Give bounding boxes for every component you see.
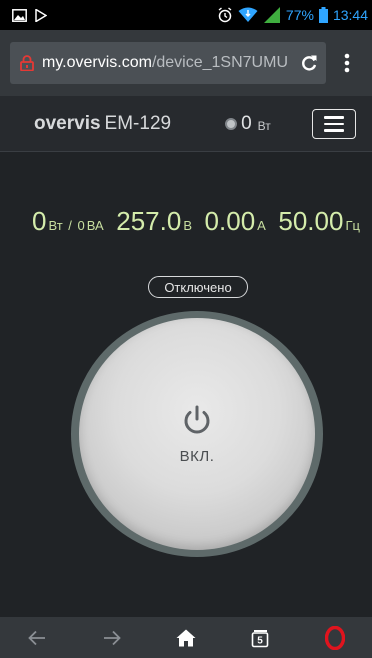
play-store-icon xyxy=(35,8,47,22)
back-arrow-icon[interactable] xyxy=(12,617,62,658)
current-reading: 0.00 А xyxy=(205,206,266,237)
reload-icon[interactable] xyxy=(300,54,318,72)
device-status-badge: Отключено xyxy=(148,276,248,298)
signal-icon xyxy=(263,7,281,23)
more-vert-icon[interactable] xyxy=(332,42,362,84)
status-bar-left xyxy=(12,8,47,22)
tabs-icon[interactable]: 5 xyxy=(235,617,285,658)
frequency-reading: 50.00 Гц xyxy=(278,206,360,237)
battery-icon xyxy=(318,7,328,23)
lock-icon xyxy=(20,55,34,71)
active-power-value: 0 xyxy=(32,206,47,236)
alarm-icon xyxy=(217,7,233,23)
status-bar: 77% 13:44 xyxy=(0,0,372,30)
brand-logo: overvis xyxy=(34,112,101,134)
device-model: EM-129 xyxy=(104,112,172,134)
voltage-value: 257.0 xyxy=(116,206,182,236)
apparent-power-unit: ВА xyxy=(86,218,104,233)
power-button-ring: ВКЛ. xyxy=(71,311,323,557)
apparent-power-value: 0 xyxy=(77,218,85,233)
url-text[interactable]: my.overvis.com/device_1SN7UMU xyxy=(42,54,292,72)
current-value: 0.00 xyxy=(204,206,256,236)
status-bar-right: 77% 13:44 xyxy=(217,7,368,23)
header-power-value: 0 xyxy=(241,112,252,134)
hamburger-menu-button[interactable] xyxy=(312,109,356,139)
header-power-unit: Вт xyxy=(257,118,271,133)
power-toggle-button[interactable]: ВКЛ. xyxy=(79,318,315,550)
active-power-unit: Вт xyxy=(48,218,63,233)
power-icon xyxy=(181,404,213,436)
header-power-indicator: 0 Вт xyxy=(225,113,271,135)
browser-bottom-nav: 5 xyxy=(0,617,372,658)
tab-count: 5 xyxy=(258,635,264,646)
frequency-unit: Гц xyxy=(345,218,360,233)
url-path: /device_1SN7UMU xyxy=(151,54,288,71)
hamburger-line xyxy=(324,129,344,132)
current-unit: А xyxy=(257,218,266,233)
voltage-reading: 257.0 В xyxy=(116,206,192,237)
power-button-label: ВКЛ. xyxy=(179,447,215,465)
hamburger-line xyxy=(324,122,344,126)
home-icon[interactable] xyxy=(161,617,211,658)
address-bar[interactable]: my.overvis.com/device_1SN7UMU xyxy=(10,42,326,84)
forward-arrow-icon[interactable] xyxy=(87,617,137,658)
battery-percent: 77% xyxy=(285,7,314,23)
image-icon xyxy=(12,8,27,22)
opera-icon[interactable] xyxy=(310,617,360,658)
clock: 13:44 xyxy=(332,7,368,23)
app-header: overvis EM-129 0 Вт xyxy=(0,96,372,152)
frequency-value: 50.00 xyxy=(278,206,344,236)
readings-row: 0 Вт / 0 ВА 257.0 В 0.00 А 50.00 Гц xyxy=(0,206,372,242)
hamburger-line xyxy=(324,116,344,119)
wifi-icon xyxy=(238,7,258,23)
voltage-unit: В xyxy=(183,218,192,233)
browser-toolbar: my.overvis.com/device_1SN7UMU xyxy=(0,30,372,96)
power-separator: / xyxy=(64,218,76,233)
power-reading: 0 Вт / 0 ВА xyxy=(32,206,104,237)
url-domain: my.overvis.com xyxy=(42,54,152,71)
power-status-dot xyxy=(225,117,238,130)
brand-title[interactable]: overvis EM-129 xyxy=(34,113,171,135)
